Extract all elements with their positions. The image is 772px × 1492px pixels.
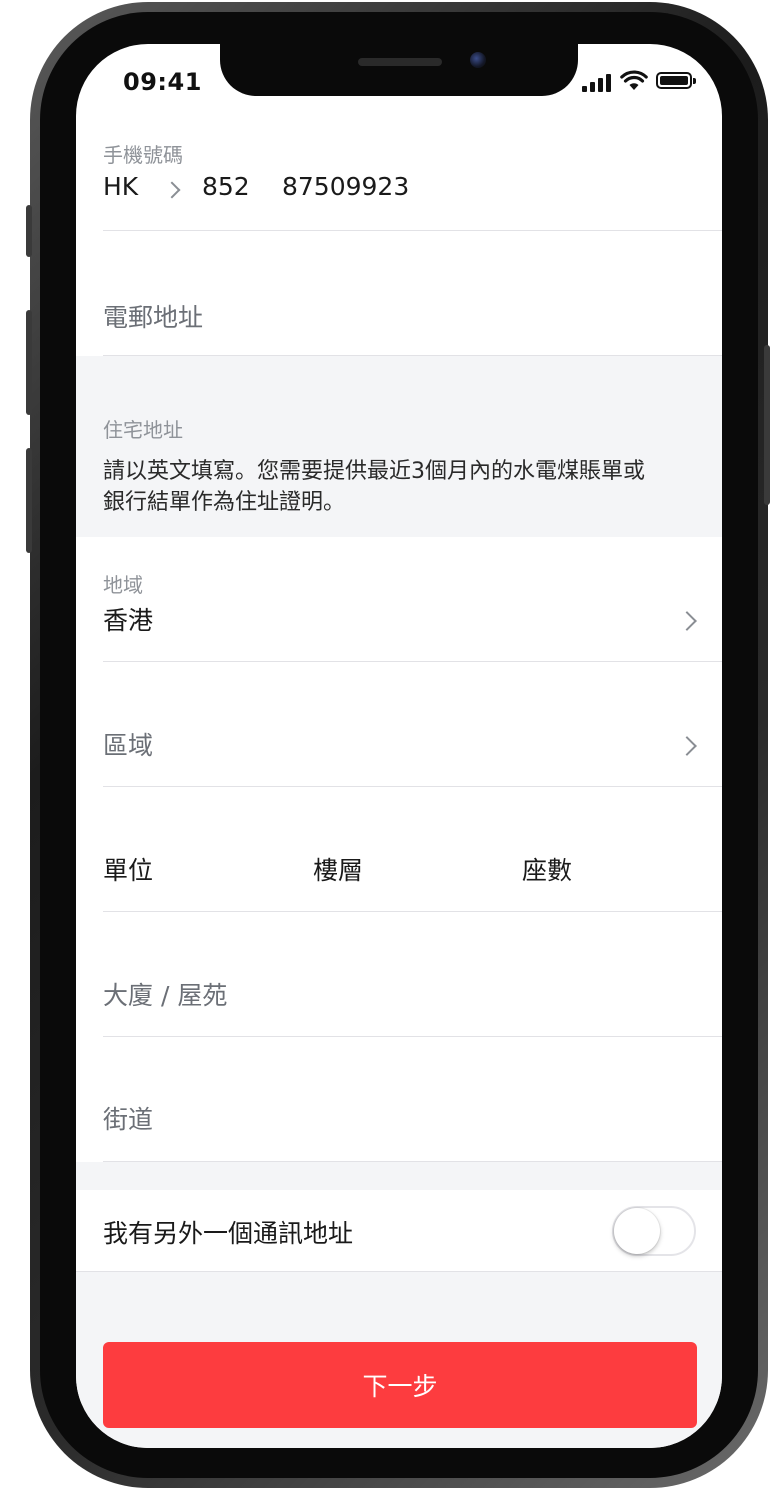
phone-label: 手機號碼	[103, 143, 183, 167]
floor-field[interactable]: 樓層	[313, 851, 363, 887]
screen: 09:41 手機號碼 HK 852 87509923 電郵地址 住宅地址 請以英…	[76, 44, 722, 1448]
device-mute-switch	[26, 205, 32, 257]
residential-address-heading: 住宅地址	[103, 418, 183, 442]
chevron-right-icon	[163, 181, 181, 199]
residential-address-section: 住宅地址 請以英文填寫。您需要提供最近3個月內的水電煤賬單或 銀行結單作為住址證…	[76, 356, 722, 537]
district-row[interactable]: 區域	[76, 662, 722, 787]
block-field[interactable]: 座數	[522, 851, 572, 887]
phone-code[interactable]: 852	[202, 172, 250, 201]
wifi-icon	[620, 70, 648, 90]
district-field[interactable]: 區域	[103, 726, 153, 762]
building-row[interactable]: 大廈 / 屋苑	[76, 912, 722, 1037]
next-step-button[interactable]: 下一步	[103, 1342, 697, 1428]
battery-icon	[656, 72, 696, 89]
phone-number[interactable]: 87509923	[282, 172, 409, 201]
email-row[interactable]: 電郵地址	[76, 231, 722, 356]
device-volume-down	[26, 448, 32, 553]
device-volume-up	[26, 310, 32, 415]
unit-floor-block-row: 單位 樓層 座數	[76, 787, 722, 912]
mailing-address-label: 我有另外一個通訊地址	[103, 1219, 354, 1248]
email-field[interactable]: 電郵地址	[103, 298, 203, 334]
front-camera	[470, 52, 486, 68]
phone-country[interactable]: HK	[103, 172, 138, 201]
toggle-knob	[614, 1208, 660, 1254]
street-row[interactable]: 街道	[76, 1037, 722, 1162]
status-time: 09:41	[123, 68, 202, 96]
chevron-right-icon	[677, 611, 697, 631]
section-spacer	[76, 1162, 722, 1190]
residential-address-note-line-2: 銀行結單作為住址證明。	[103, 490, 346, 515]
speaker-grille	[358, 58, 442, 66]
residential-address-note-line-1: 請以英文填寫。您需要提供最近3個月內的水電煤賬單或	[103, 459, 645, 484]
mailing-address-row[interactable]: 我有另外一個通訊地址	[76, 1190, 722, 1272]
street-field[interactable]: 街道	[103, 1100, 153, 1136]
chevron-right-icon	[677, 736, 697, 756]
signal-icon	[582, 74, 614, 92]
device-power-button	[764, 345, 770, 505]
building-field[interactable]: 大廈 / 屋苑	[103, 976, 227, 1012]
phone-row[interactable]: 手機號碼 HK 852 87509923	[76, 120, 722, 231]
region-label: 地域	[103, 573, 143, 597]
notch	[220, 44, 578, 96]
unit-field[interactable]: 單位	[103, 851, 153, 887]
region-row[interactable]: 地域 香港	[76, 537, 722, 662]
region-value: 香港	[103, 606, 154, 635]
mailing-address-toggle[interactable]	[612, 1206, 696, 1256]
